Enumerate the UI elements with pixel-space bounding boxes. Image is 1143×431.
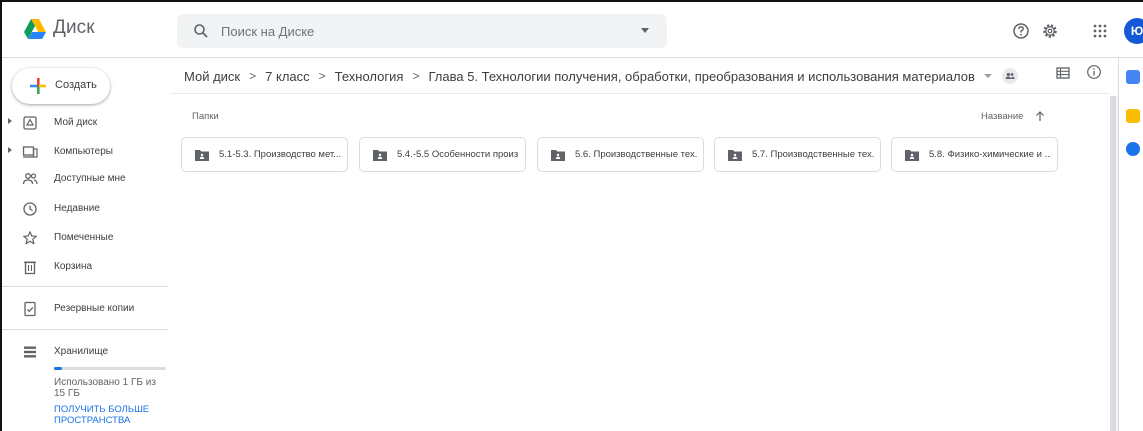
computer-icon bbox=[22, 146, 38, 158]
help-icon[interactable] bbox=[1012, 22, 1030, 40]
shared-folder-icon bbox=[905, 150, 919, 161]
folder-card[interactable]: 5.4.-5.5 Особенности произ... bbox=[359, 137, 526, 172]
sidebar-item-label: Компьютеры bbox=[54, 146, 113, 157]
folder-card[interactable]: 5.6. Производственные тех... bbox=[537, 137, 704, 172]
create-button-label: Создать bbox=[55, 79, 97, 91]
sidebar-item-label: Корзина bbox=[54, 261, 93, 272]
breadcrumb-separator: > bbox=[249, 69, 257, 83]
shared-folder-icon bbox=[728, 150, 742, 161]
sidebar-item-storage[interactable]: Хранилище bbox=[0, 340, 168, 364]
sidebar-item-backups[interactable]: Резервные копии bbox=[0, 297, 168, 321]
settings-icon[interactable] bbox=[1041, 22, 1059, 40]
folder-menu-caret-icon[interactable] bbox=[983, 74, 992, 78]
sidebar-divider bbox=[0, 329, 168, 330]
content-divider bbox=[170, 93, 1110, 94]
create-button[interactable]: Создать bbox=[12, 68, 110, 104]
info-icon[interactable] bbox=[1086, 64, 1102, 80]
folder-card[interactable]: 5.7. Производственные тех... bbox=[714, 137, 881, 172]
shared-folder-icon bbox=[551, 150, 565, 161]
folder-name: 5.8. Физико-химические и ... bbox=[929, 149, 1051, 160]
search-options-caret-icon[interactable] bbox=[641, 28, 649, 33]
storage-usage-fill bbox=[54, 367, 62, 370]
breadcrumb-item[interactable]: 7 класс bbox=[265, 69, 310, 84]
folder-name: 5.7. Производственные тех... bbox=[752, 149, 874, 160]
calendar-icon[interactable] bbox=[1126, 70, 1140, 84]
trash-icon bbox=[24, 261, 36, 275]
my-drive-icon bbox=[23, 116, 37, 130]
sidebar-item-label: Резервные копии bbox=[54, 303, 135, 314]
sidebar-item-recent[interactable]: Недавние bbox=[0, 197, 168, 221]
apps-grid-icon[interactable] bbox=[1091, 22, 1109, 40]
search-input[interactable] bbox=[221, 22, 621, 40]
clock-icon bbox=[23, 202, 37, 216]
keep-icon[interactable] bbox=[1126, 109, 1140, 123]
breadcrumb: Мой диск > 7 класс > Технология > Глава … bbox=[184, 66, 1018, 86]
search-icon[interactable] bbox=[193, 23, 209, 39]
sidebar-item-my-drive[interactable]: Мой диск bbox=[0, 111, 168, 135]
account-avatar[interactable]: Ю bbox=[1124, 18, 1143, 44]
sidebar-item-label: Хранилище bbox=[54, 346, 108, 357]
breadcrumb-item[interactable]: Мой диск bbox=[184, 69, 240, 84]
get-more-storage-link[interactable]: ПОЛУЧИТЬ БОЛЬШЕ ПРОСТРАНСТВА bbox=[54, 404, 164, 426]
shared-people-icon bbox=[22, 173, 38, 185]
sidebar-item-label: Доступные мне bbox=[54, 173, 126, 184]
sidebar-divider bbox=[0, 286, 168, 287]
sidebar-item-label: Недавние bbox=[54, 203, 100, 214]
expand-caret-icon[interactable] bbox=[8, 118, 12, 124]
sidebar-item-starred[interactable]: Помеченные bbox=[0, 226, 168, 250]
storage-usage-text: Использовано 1 ГБ из 15 ГБ bbox=[54, 377, 156, 399]
breadcrumb-separator: > bbox=[318, 69, 326, 83]
star-icon bbox=[23, 231, 37, 245]
sidebar-item-trash[interactable]: Корзина bbox=[0, 255, 168, 279]
expand-caret-icon[interactable] bbox=[8, 147, 12, 153]
sidebar-item-label: Помеченные bbox=[54, 232, 114, 243]
window-frame-left bbox=[0, 0, 2, 431]
sort-by-name-button[interactable]: Название bbox=[981, 111, 1023, 122]
folder-card[interactable]: 5.1-5.3. Производство мет... bbox=[181, 137, 348, 172]
list-view-icon[interactable] bbox=[1055, 65, 1071, 81]
breadcrumb-item[interactable]: Технология bbox=[335, 69, 404, 84]
breadcrumb-current-folder[interactable]: Глава 5. Технологии получения, обработки… bbox=[428, 69, 974, 84]
shared-folder-icon bbox=[195, 150, 209, 161]
scrollbar-thumb[interactable] bbox=[1110, 96, 1116, 431]
breadcrumb-separator: > bbox=[412, 69, 420, 83]
folder-card[interactable]: 5.8. Физико-химические и ... bbox=[891, 137, 1058, 172]
sidebar-item-label: Мой диск bbox=[54, 117, 98, 128]
sort-ascending-arrow-icon[interactable] bbox=[1035, 110, 1045, 122]
folder-name: 5.1-5.3. Производство мет... bbox=[219, 149, 341, 160]
tasks-icon[interactable] bbox=[1126, 142, 1140, 156]
app-header: Диск Ю bbox=[0, 0, 1143, 58]
app-title[interactable]: Диск bbox=[53, 17, 95, 39]
folder-name: 5.6. Производственные тех... bbox=[575, 149, 697, 160]
folders-section-label: Папки bbox=[192, 111, 219, 122]
plus-icon bbox=[30, 78, 46, 94]
vertical-scrollbar[interactable] bbox=[1110, 96, 1118, 431]
search-bar[interactable] bbox=[177, 14, 667, 48]
shared-folder-icon bbox=[373, 150, 387, 161]
drive-logo-icon[interactable] bbox=[24, 19, 46, 39]
sidebar-item-shared-with-me[interactable]: Доступные мне bbox=[0, 167, 168, 191]
window-frame-top bbox=[0, 0, 1143, 2]
folder-name: 5.4.-5.5 Особенности произ... bbox=[397, 149, 519, 160]
shared-folder-icon[interactable] bbox=[1001, 68, 1018, 84]
storage-usage-bar bbox=[54, 367, 166, 370]
sidebar-item-computers[interactable]: Компьютеры bbox=[0, 140, 168, 164]
storage-icon bbox=[24, 346, 36, 358]
side-panel bbox=[1118, 58, 1143, 431]
backup-icon bbox=[24, 301, 36, 317]
